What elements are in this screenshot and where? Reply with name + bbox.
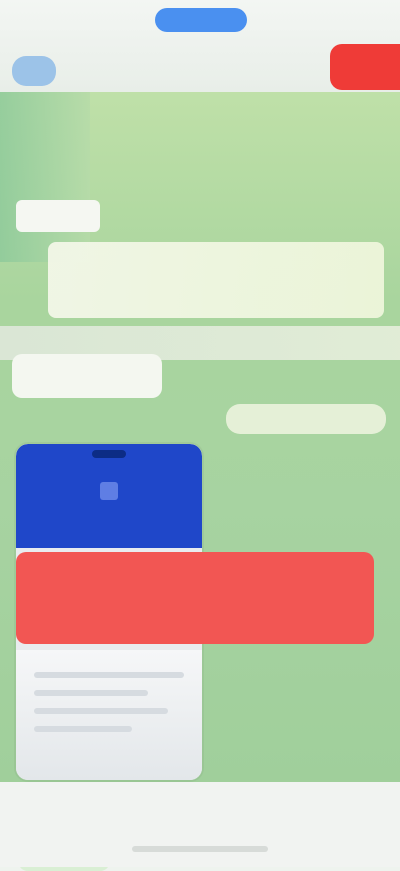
text-line [34, 726, 132, 732]
action-pill[interactable] [12, 354, 162, 398]
tab-3[interactable] [285, 8, 365, 32]
text-line [34, 672, 184, 678]
phone-header [16, 444, 202, 548]
text-line [34, 708, 168, 714]
subtitle [140, 50, 260, 68]
tab-2[interactable] [155, 8, 247, 32]
main-panel [0, 92, 400, 871]
phone-notch [92, 450, 126, 458]
category-tag [16, 200, 100, 232]
mini-pill[interactable] [226, 404, 386, 434]
top-bar [0, 0, 400, 92]
bottom-area [0, 782, 400, 867]
tab-1[interactable] [42, 8, 112, 32]
alert-button[interactable] [330, 44, 400, 90]
phone-content [16, 650, 202, 780]
banner [48, 242, 384, 318]
user-icon[interactable] [12, 56, 56, 86]
red-callout [16, 552, 374, 644]
text-line [34, 690, 148, 696]
phone-logo-icon [100, 482, 118, 500]
home-indicator[interactable] [132, 846, 268, 852]
